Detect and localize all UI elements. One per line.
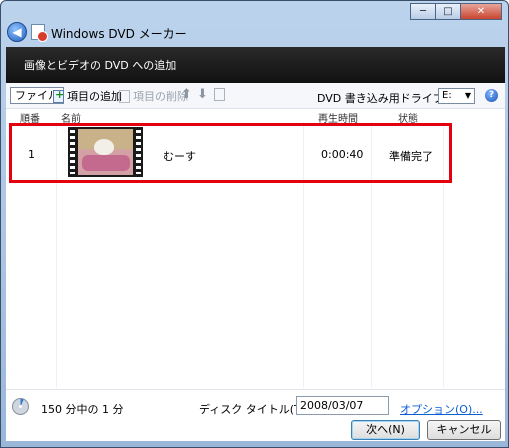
page-title: 画像とビデオの DVD への追加: [24, 59, 177, 72]
main-content: ファイル 項目の追加 項目の削除 ⬆ ⬇ DVD 書き込み用ドライブ(D): E…: [6, 83, 505, 441]
move-down-button[interactable]: ⬇: [197, 88, 208, 102]
next-button[interactable]: 次へ(N): [351, 420, 420, 440]
toolbar: ファイル 項目の追加 項目の削除 ⬆ ⬇ DVD 書き込み用ドライブ(D): E…: [6, 83, 505, 109]
down-arrow-icon: ⬇: [197, 87, 208, 102]
add-item-icon: [53, 88, 64, 103]
add-item-button[interactable]: 項目の追加: [53, 88, 122, 104]
minimize-button[interactable]: ─: [410, 3, 436, 20]
list-header: 順番 名前 再生時間 状態: [6, 110, 505, 125]
maximize-button[interactable]: □: [435, 3, 461, 20]
up-arrow-icon: ⬆: [181, 87, 192, 102]
disc-usage-text: 150 分中の 1 分: [41, 403, 124, 416]
divider: [6, 389, 505, 390]
dvd-maker-app-icon: [31, 24, 48, 42]
properties-button[interactable]: [214, 88, 225, 101]
cancel-button[interactable]: キャンセル: [427, 420, 501, 440]
chevron-down-icon: ▼: [464, 91, 471, 100]
window-controls: ─ □ ✕: [410, 3, 502, 20]
title-bar: ─ □ ✕ ◀ Windows DVD メーカー: [1, 1, 508, 47]
help-icon[interactable]: ?: [485, 89, 498, 102]
footer: 次へ(N) キャンセル: [6, 420, 505, 441]
back-button[interactable]: ◀: [7, 22, 27, 42]
close-button[interactable]: ✕: [460, 3, 502, 20]
page-header: 画像とビデオの DVD への追加: [6, 47, 505, 83]
add-item-label: 項目の追加: [67, 90, 122, 103]
remove-item-icon: [119, 89, 130, 103]
app-window: ─ □ ✕ ◀ Windows DVD メーカー 画像とビデオの DVD への追…: [0, 0, 509, 448]
disc-title-label: ディスク タイトル(T):: [199, 403, 309, 416]
drive-select[interactable]: E: ▼: [438, 88, 475, 104]
disc-title-input[interactable]: 2008/03/07: [296, 396, 389, 415]
remove-item-label: 項目の削除: [133, 90, 188, 103]
disc-usage-icon: [12, 398, 29, 415]
options-link[interactable]: オプション(O)...: [400, 401, 483, 417]
remove-item-button[interactable]: 項目の削除: [119, 88, 188, 104]
highlight-box: [9, 123, 452, 183]
window-title: Windows DVD メーカー: [51, 27, 187, 41]
move-up-button[interactable]: ⬆: [181, 88, 192, 102]
drive-value: E:: [442, 90, 452, 101]
